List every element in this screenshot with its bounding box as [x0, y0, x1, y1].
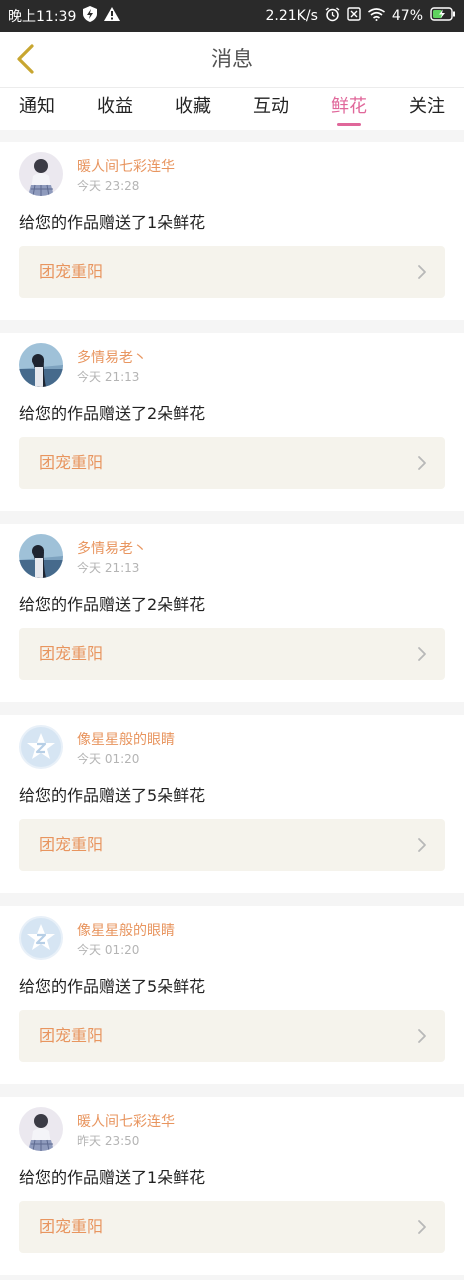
message-card: 多情易老丶 今天 21:13 给您的作品赠送了2朵鲜花 团宠重阳 [0, 524, 464, 702]
status-bar: 晚上11:39 2.21K/s 47% [0, 0, 464, 32]
alarm-icon [325, 6, 340, 26]
status-time: 晚上11:39 [8, 9, 77, 25]
work-title: 团宠重阳 [39, 1026, 104, 1045]
tab-flowers[interactable]: 鲜花 [331, 88, 367, 130]
user-avatar[interactable] [19, 343, 63, 387]
chevron-right-icon [418, 647, 426, 661]
tab-interactions[interactable]: 互动 [253, 88, 289, 130]
battery-percent: 47% [391, 8, 423, 24]
work-link[interactable]: 团宠重阳 [19, 246, 445, 298]
warning-icon [104, 7, 121, 25]
chevron-right-icon [418, 265, 426, 279]
work-title: 团宠重阳 [39, 835, 104, 854]
chevron-right-icon [418, 456, 426, 470]
work-link[interactable]: 团宠重阳 [19, 628, 445, 680]
tab-follows[interactable]: 关注 [409, 88, 445, 130]
user-avatar[interactable] [19, 916, 63, 960]
user-avatar[interactable] [19, 1107, 63, 1151]
work-title: 团宠重阳 [39, 644, 104, 663]
message-text: 给您的作品赠送了1朵鲜花 [19, 1168, 206, 1187]
timestamp: 今天 23:28 [77, 179, 140, 193]
work-title: 团宠重阳 [39, 262, 104, 281]
tab-favorites[interactable]: 收藏 [175, 88, 211, 130]
chevron-right-icon [418, 1029, 426, 1043]
tab-flowers-label: 鲜花 [331, 96, 367, 117]
username[interactable]: 多情易老丶 [77, 538, 147, 558]
tab-earnings[interactable]: 收益 [97, 88, 133, 130]
message-text: 给您的作品赠送了2朵鲜花 [19, 595, 206, 614]
active-tab-indicator [337, 123, 361, 126]
message-text: 给您的作品赠送了1朵鲜花 [19, 213, 206, 232]
timestamp: 今天 21:13 [77, 370, 140, 384]
username[interactable]: 多情易老丶 [77, 347, 147, 367]
username[interactable]: 暖人间七彩连华 [77, 1111, 175, 1131]
user-avatar[interactable] [19, 152, 63, 196]
message-card: 暖人间七彩连华 今天 23:28 给您的作品赠送了1朵鲜花 团宠重阳 [0, 142, 464, 320]
message-card: 像星星般的眼睛 今天 01:20 给您的作品赠送了5朵鲜花 团宠重阳 [0, 715, 464, 893]
work-link[interactable]: 团宠重阳 [19, 1201, 445, 1253]
tab-notifications[interactable]: 通知 [19, 88, 55, 130]
user-avatar[interactable] [19, 725, 63, 769]
message-card: 多情易老丶 今天 21:13 给您的作品赠送了2朵鲜花 团宠重阳 [0, 333, 464, 511]
shield-bolt-icon [83, 6, 98, 26]
message-text: 给您的作品赠送了5朵鲜花 [19, 977, 206, 996]
timestamp: 今天 01:20 [77, 752, 140, 766]
nav-bar: 消息 [0, 32, 464, 88]
work-title: 团宠重阳 [39, 1217, 104, 1236]
message-card: 像星星般的眼睛 今天 01:20 给您的作品赠送了5朵鲜花 团宠重阳 [0, 906, 464, 1084]
battery-icon [430, 7, 456, 25]
sim-icon [347, 7, 361, 25]
username[interactable]: 像星星般的眼睛 [77, 920, 175, 940]
wifi-icon [367, 7, 385, 25]
work-link[interactable]: 团宠重阳 [19, 1010, 445, 1062]
tab-bar: 通知 收益 收藏 互动 鲜花 关注 [0, 88, 464, 130]
user-avatar[interactable] [19, 534, 63, 578]
chevron-right-icon [418, 1220, 426, 1234]
work-link[interactable]: 团宠重阳 [19, 437, 445, 489]
message-text: 给您的作品赠送了2朵鲜花 [19, 404, 206, 423]
chevron-right-icon [418, 838, 426, 852]
message-text: 给您的作品赠送了5朵鲜花 [19, 786, 206, 805]
work-title: 团宠重阳 [39, 453, 104, 472]
username[interactable]: 像星星般的眼睛 [77, 729, 175, 749]
message-card: 暖人间七彩连华 昨天 23:50 给您的作品赠送了1朵鲜花 团宠重阳 [0, 1097, 464, 1275]
net-speed: 2.21K/s [265, 8, 318, 24]
timestamp: 今天 01:20 [77, 943, 140, 957]
timestamp: 今天 21:13 [77, 561, 140, 575]
page-title: 消息 [211, 47, 253, 71]
username[interactable]: 暖人间七彩连华 [77, 156, 175, 176]
work-link[interactable]: 团宠重阳 [19, 819, 445, 871]
timestamp: 昨天 23:50 [77, 1134, 140, 1148]
